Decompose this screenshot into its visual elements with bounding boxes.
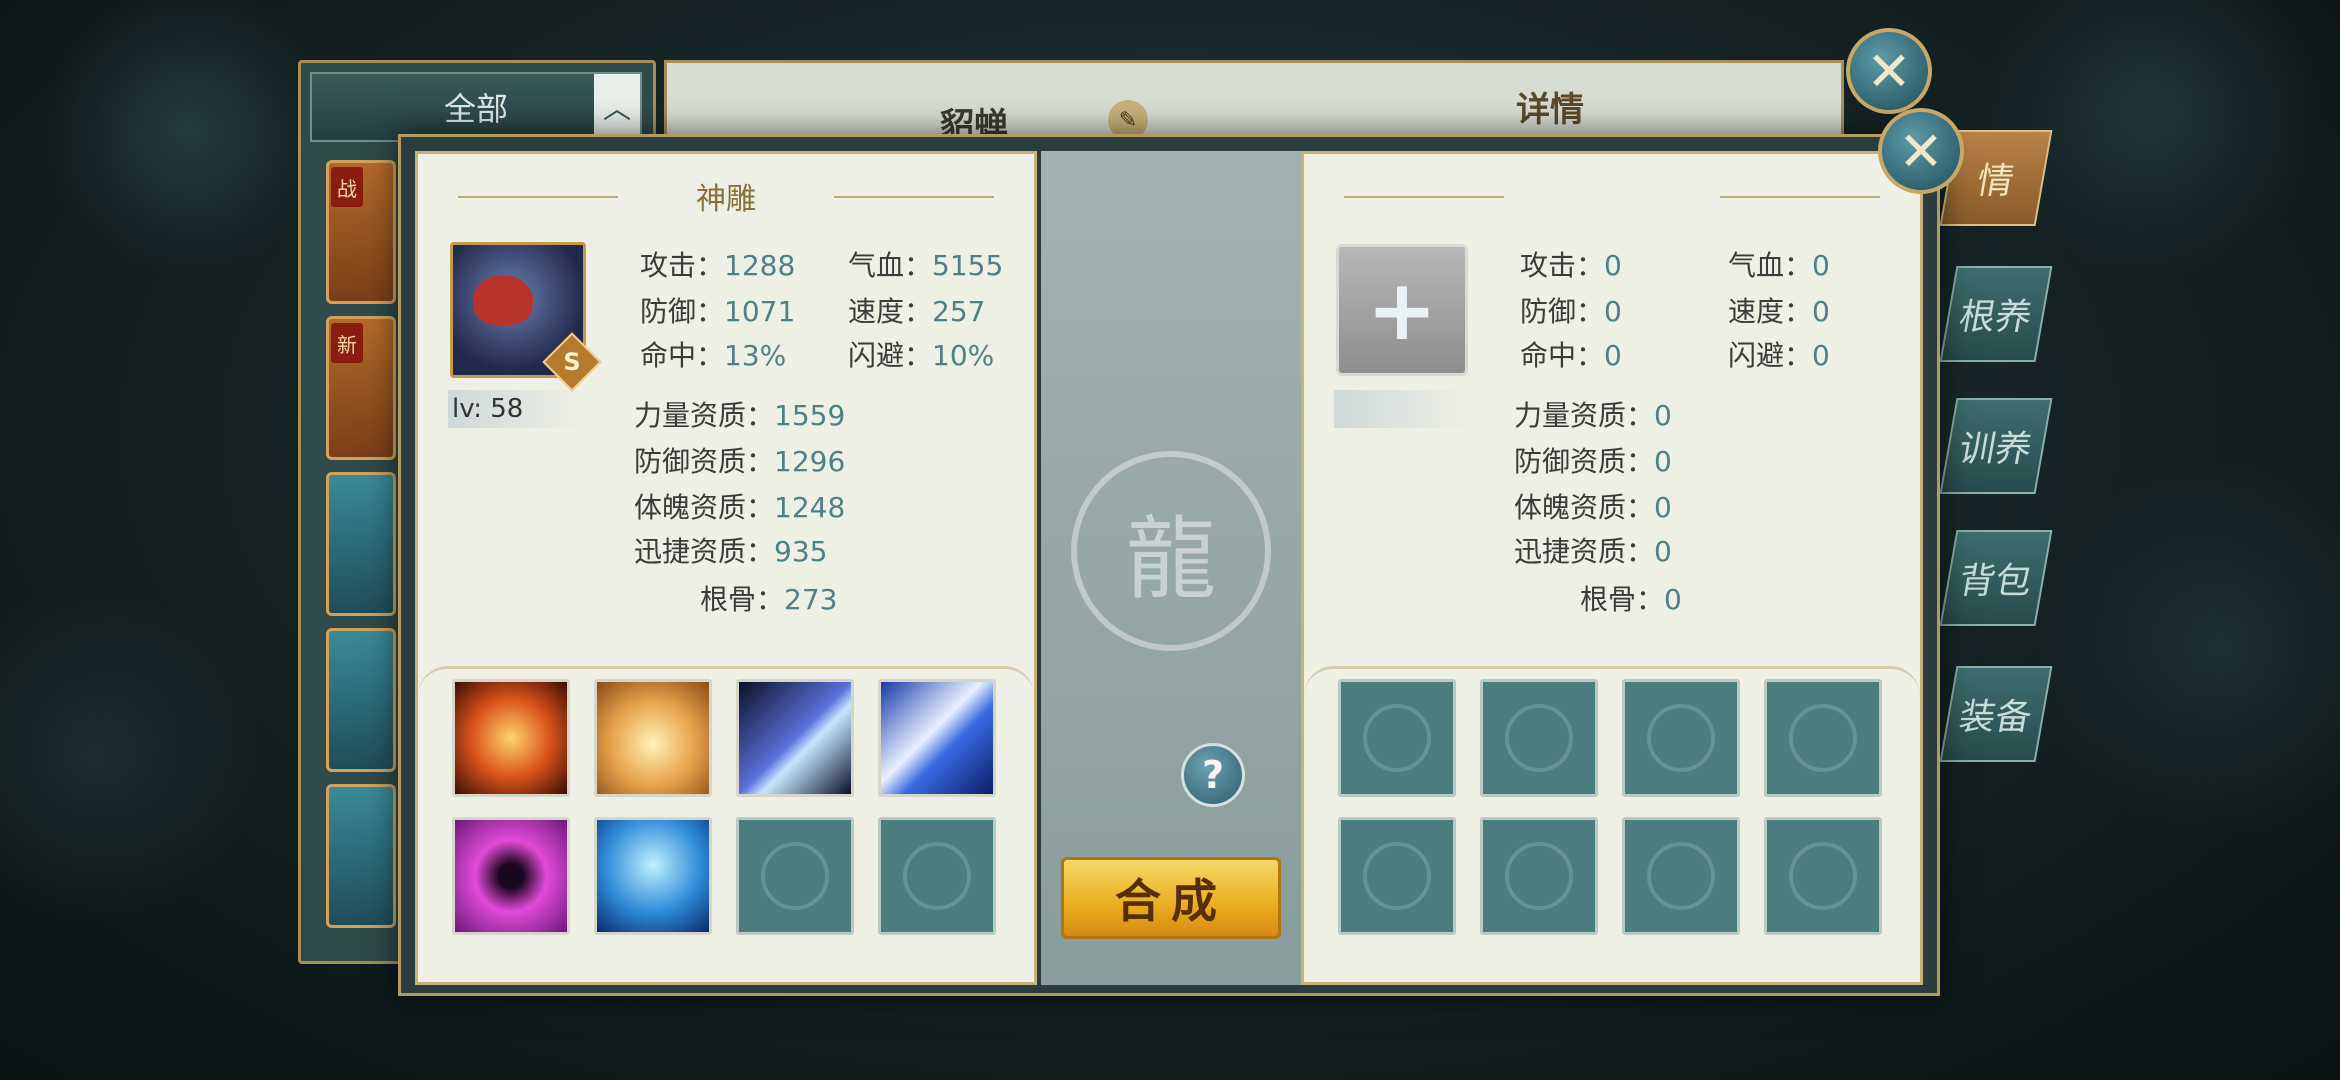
defense-aptitude-stat: 防御资质：0 (1514, 445, 1672, 478)
plus-icon: + (1366, 261, 1438, 359)
dodge-stat: 闪避：10% (848, 339, 995, 372)
bone-stat: 根骨：273 (700, 583, 838, 616)
back-detail-title: 详情 (1516, 90, 1584, 130)
battle-tag: 战 (331, 167, 363, 207)
help-icon[interactable]: ? (1181, 743, 1245, 807)
defense-stat: 防御：1071 (640, 295, 796, 328)
empty-skill-slot[interactable] (1764, 679, 1882, 797)
pet-list-item[interactable]: 新 (326, 316, 396, 460)
combine-button[interactable]: 合成 (1061, 857, 1281, 939)
tab-train[interactable]: 训养 (1939, 398, 2053, 494)
constitution-aptitude-stat: 体魄资质：1248 (634, 491, 846, 524)
speed-stat: 速度：0 (1728, 295, 1830, 328)
add-pet-button[interactable]: + (1336, 244, 1468, 376)
skill-grid (418, 666, 1034, 982)
source-pet-panel: 神雕 S lv: 58 攻击：1288 气血：5155 防御：1071 速度：2… (415, 151, 1037, 985)
empty-skill-slot[interactable] (1764, 817, 1882, 935)
hp-stat: 气血：5155 (848, 249, 1004, 282)
empty-skill-slot[interactable] (1480, 679, 1598, 797)
defense-aptitude-stat: 防御资质：1296 (634, 445, 846, 478)
defense-stat: 防御：0 (1520, 295, 1622, 328)
purple-vortex-skill-icon[interactable] (452, 817, 570, 935)
pet-list-item[interactable] (326, 472, 396, 616)
pet-list-item[interactable] (326, 784, 396, 928)
constitution-aptitude-stat: 体魄资质：0 (1514, 491, 1672, 524)
empty-skill-slot[interactable] (1622, 817, 1740, 935)
title-ornament (1344, 196, 1504, 198)
tab-nurture[interactable]: 根养 (1939, 266, 2053, 362)
attack-stat: 攻击：0 (1520, 249, 1622, 282)
empty-skill-slot[interactable] (1338, 679, 1456, 797)
ice-shield-skill-icon[interactable] (594, 817, 712, 935)
lightning-arrow-skill-icon[interactable] (878, 679, 996, 797)
chevron-up-icon[interactable]: ︿ (594, 74, 640, 140)
title-ornament (1720, 196, 1880, 198)
agility-aptitude-stat: 迅捷资质：935 (634, 535, 828, 568)
tab-equip[interactable]: 装备 (1939, 666, 2053, 762)
pet-combine-dialog: 神雕 S lv: 58 攻击：1288 气血：5155 防御：1071 速度：2… (398, 134, 1940, 996)
filter-label: 全部 (443, 90, 508, 128)
fire-phoenix-skill-icon[interactable] (452, 679, 570, 797)
new-tag: 新 (331, 323, 363, 363)
strength-aptitude-stat: 力量资质：0 (1514, 399, 1672, 432)
agility-aptitude-stat: 迅捷资质：0 (1514, 535, 1672, 568)
close-icon[interactable]: ✕ (1846, 28, 1932, 114)
blue-claw-skill-icon[interactable] (736, 679, 854, 797)
empty-skill-slot[interactable] (878, 817, 996, 935)
bone-stat: 根骨：0 (1580, 583, 1682, 616)
pet-list-item[interactable] (326, 628, 396, 772)
pet-level: lv: 58 (448, 390, 588, 428)
dragon-emblem-icon: 龍 (1071, 451, 1271, 651)
level-bar (1334, 390, 1474, 428)
attack-stat: 攻击：1288 (640, 249, 796, 282)
close-icon[interactable]: ✕ (1878, 108, 1964, 194)
hit-stat: 命中：0 (1520, 339, 1622, 372)
speed-stat: 速度：257 (848, 295, 986, 328)
empty-skill-slot[interactable] (736, 817, 854, 935)
empty-skill-slot[interactable] (1338, 817, 1456, 935)
golden-lion-skill-icon[interactable] (594, 679, 712, 797)
empty-skill-slot[interactable] (1622, 679, 1740, 797)
grade-badge: S (542, 332, 602, 392)
tab-bag[interactable]: 背包 (1939, 530, 2053, 626)
pet-avatar[interactable]: S (450, 242, 602, 392)
skill-grid (1304, 666, 1920, 982)
pet-list-item[interactable]: 战 (326, 160, 396, 304)
hp-stat: 气血：0 (1728, 249, 1830, 282)
eagle-head-icon (473, 275, 533, 325)
pet-name: 神雕 (696, 182, 756, 217)
pet-filter-dropdown[interactable]: 全部 ︿ (310, 72, 642, 142)
hit-stat: 命中：13% (640, 339, 787, 372)
strength-aptitude-stat: 力量资质：1559 (634, 399, 846, 432)
empty-skill-slot[interactable] (1480, 817, 1598, 935)
combine-center-column: 龍 ? 合成 (1041, 151, 1301, 985)
target-pet-panel: + 攻击：0 气血：0 防御：0 速度：0 命中：0 闪避：0 力量资质：0 防… (1301, 151, 1923, 985)
dodge-stat: 闪避：0 (1728, 339, 1830, 372)
